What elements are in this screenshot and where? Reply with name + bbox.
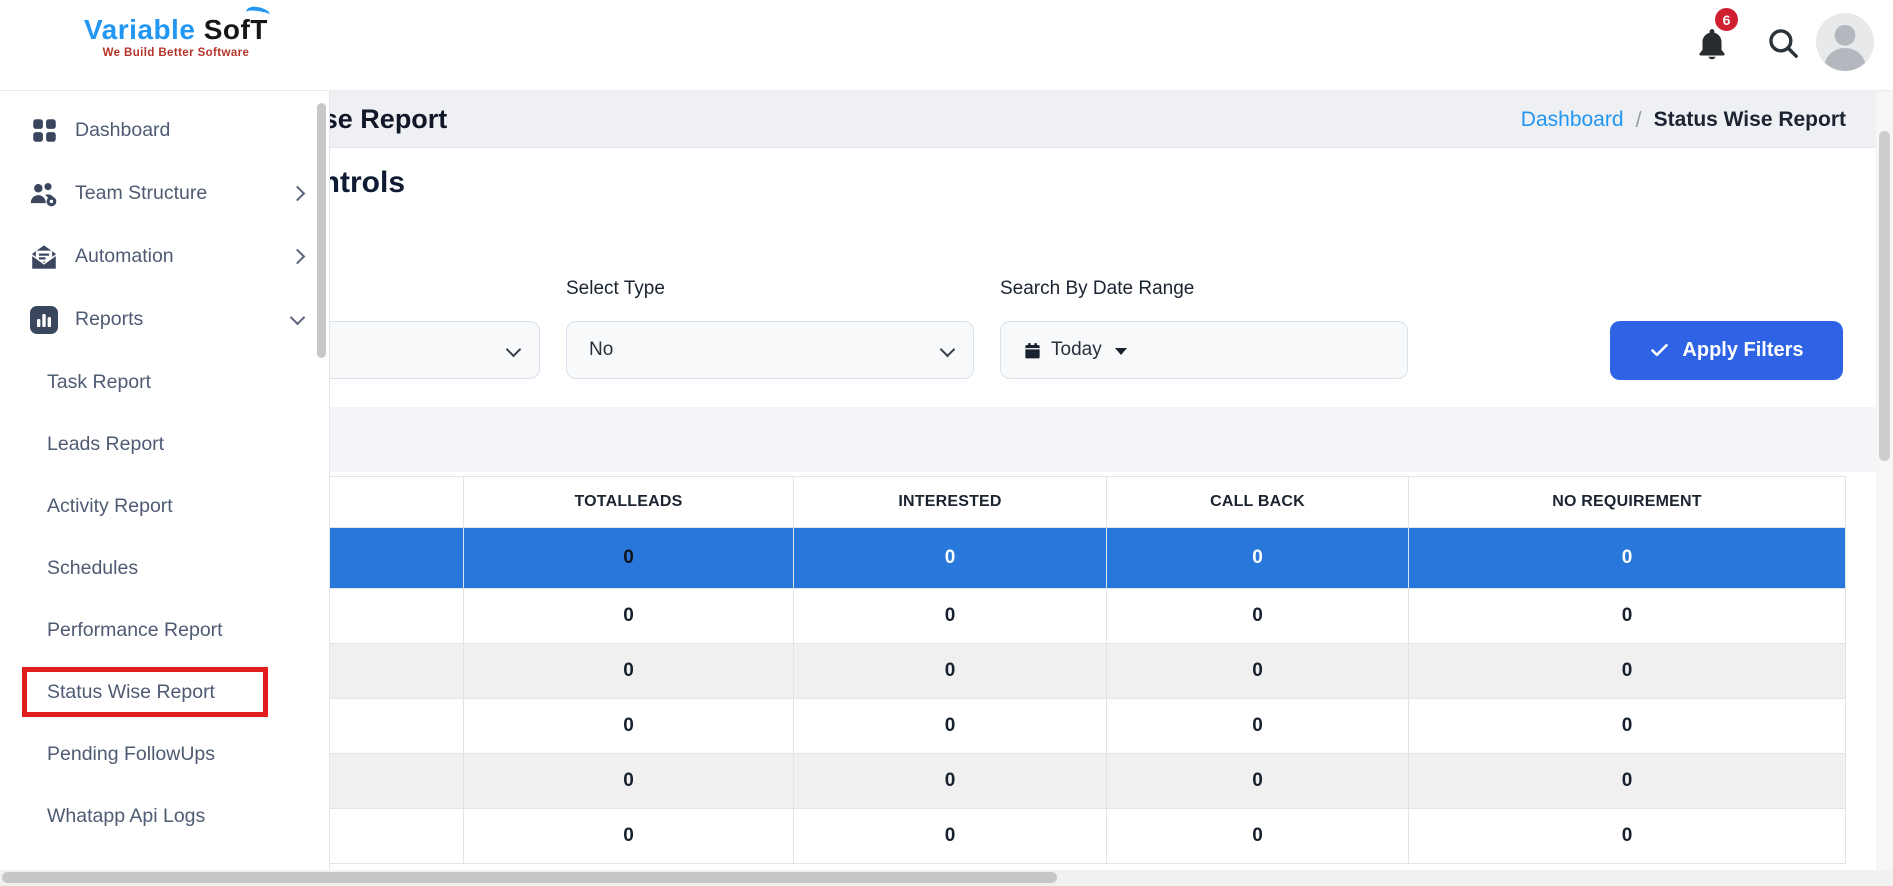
breadcrumb-dashboard-link[interactable]: Dashboard <box>1521 108 1624 132</box>
table-cell: 0 <box>1106 753 1409 809</box>
sidebar-item-status-wise-report[interactable]: Status Wise Report <box>22 667 268 717</box>
breadcrumb-separator: / <box>1635 106 1642 132</box>
grid-icon <box>27 116 61 146</box>
check-icon <box>1651 343 1669 357</box>
sidebar-item-leads-report[interactable]: Leads Report <box>0 413 329 475</box>
table-cell: 0 <box>1408 698 1846 754</box>
sidebar-item-automation[interactable]: Automation <box>0 225 329 288</box>
logo-text-primary: Variable <box>84 14 196 45</box>
table-header: TOTALLEADS INTERESTED CALL BACK NO REQUIREM… <box>160 476 1846 528</box>
sidebar-item-label: Team Structure <box>75 182 208 204</box>
sidebar-item-dashboard[interactable]: Dashboard <box>0 99 329 162</box>
vertical-scrollbar-thumb[interactable] <box>1879 131 1890 461</box>
table-cell: 0 <box>1106 643 1409 699</box>
column-header-interested: INTERESTED <box>793 476 1107 528</box>
bar-chart-icon <box>27 305 61 335</box>
table-cell: 0 <box>1408 643 1846 699</box>
apply-filters-button[interactable]: Apply Filters <box>1610 321 1843 380</box>
table-cell: 0 <box>463 527 794 589</box>
date-range-label: Search By Date Range <box>1000 278 1195 299</box>
top-header: Variable SofT We Build Better Software 6 <box>0 0 1893 91</box>
table-cell: 0 <box>463 588 794 644</box>
select-type-value: No <box>589 339 614 360</box>
table-cell: 0 <box>1408 753 1846 809</box>
caret-down-icon <box>1114 348 1127 355</box>
table-cell: 0 <box>1106 588 1409 644</box>
envelope-icon <box>27 242 61 272</box>
sidebar-item-team-structure[interactable]: Team Structure <box>0 162 329 225</box>
table-cell: 0 <box>1408 808 1846 864</box>
search-button[interactable] <box>1766 26 1800 60</box>
sidebar-item-label: Automation <box>75 245 174 267</box>
table-cell: 0 <box>793 808 1107 864</box>
select-type-label: Select Type <box>566 278 665 299</box>
search-icon <box>1769 29 1798 58</box>
table-cell: 0 <box>793 643 1107 699</box>
date-range-value: Today <box>1051 339 1102 360</box>
sidebar-item-activity-report[interactable]: Activity Report <box>0 475 329 537</box>
chevron-down-icon <box>939 341 956 358</box>
vertical-scrollbar[interactable] <box>1876 91 1893 870</box>
logo-tagline: We Build Better Software <box>102 47 250 59</box>
table-cell: 0 <box>793 753 1107 809</box>
status-report-table-wrap: TOTALLEADS INTERESTED CALL BACK NO REQUIREM… <box>160 476 1846 864</box>
column-header-no-requirement: NO REQUIREMENT <box>1408 476 1846 528</box>
select-type-dropdown[interactable]: No <box>566 321 974 379</box>
breadcrumb-current: Status Wise Report <box>1653 107 1846 131</box>
table-cell: 0 <box>793 698 1107 754</box>
chevron-right-icon <box>289 248 306 265</box>
table-row[interactable]: 0000 <box>160 753 1846 809</box>
sidebar-item-task-report[interactable]: Task Report <box>0 351 329 413</box>
table-cell: 0 <box>1106 527 1409 589</box>
status-report-table: TOTALLEADS INTERESTED CALL BACK NO REQUIREM… <box>160 476 1846 864</box>
column-header-call-back: CALL BACK <box>1106 476 1409 528</box>
table-cell: 0 <box>793 527 1107 589</box>
sidebar-scrollbar-thumb[interactable] <box>317 103 326 358</box>
sidebar-reports-submenu: Task Report Leads Report Activity Report Sc… <box>0 351 329 886</box>
table-cell: 0 <box>463 698 794 754</box>
team-icon <box>27 179 61 209</box>
sidebar-item-performance-report[interactable]: Performance Report <box>0 599 329 661</box>
avatar-person-icon <box>1824 24 1866 71</box>
table-cell: 0 <box>1106 698 1409 754</box>
table-row[interactable]: 0000 <box>160 527 1846 589</box>
sidebar-item-pending-followups[interactable]: Pending FollowUps <box>0 723 329 785</box>
breadcrumb: Dashboard / Status Wise Report <box>1521 91 1846 148</box>
chevron-right-icon <box>289 185 306 202</box>
table-cell: 0 <box>463 753 794 809</box>
table-row[interactable]: 0000 <box>160 698 1846 754</box>
sidebar-item-label: Reports <box>75 308 144 330</box>
table-cell: 0 <box>793 588 1107 644</box>
horizontal-scrollbar[interactable] <box>0 870 1893 886</box>
app-window: Status Wise Report Dashboard / Status Wi… <box>0 0 1893 886</box>
chevron-down-icon <box>505 341 522 358</box>
horizontal-scrollbar-thumb[interactable] <box>2 872 1057 883</box>
table-cell: 0 <box>1408 588 1846 644</box>
sidebar: Dashboard Team Structure Automation Repo… <box>0 91 330 886</box>
sidebar-menu: Dashboard Team Structure Automation Repo… <box>0 91 329 351</box>
sidebar-item-reports[interactable]: Reports <box>0 288 329 351</box>
chevron-down-icon <box>289 309 306 326</box>
date-range-picker[interactable]: Today <box>1000 321 1408 379</box>
table-cell: 0 <box>463 643 794 699</box>
table-cell: 0 <box>1106 808 1409 864</box>
apply-filters-label: Apply Filters <box>1682 339 1804 361</box>
logo: Variable SofT We Build Better Software <box>84 5 271 59</box>
table-row[interactable]: 0000 <box>160 588 1846 644</box>
table-cell: 0 <box>1408 527 1846 589</box>
table-row[interactable]: 0000 <box>160 808 1846 864</box>
column-header-totalleads: TOTALLEADS <box>463 476 794 528</box>
notification-count-badge: 6 <box>1713 6 1740 33</box>
calendar-icon <box>1025 342 1040 358</box>
table-cell: 0 <box>463 808 794 864</box>
logo-text-secondary: SofT <box>204 5 271 45</box>
user-avatar[interactable] <box>1816 13 1874 71</box>
sidebar-item-label: Dashboard <box>75 119 171 141</box>
sidebar-item-schedules[interactable]: Schedules <box>0 537 329 599</box>
table-row[interactable]: 0000 <box>160 643 1846 699</box>
sidebar-item-whatapp-api-logs[interactable]: Whatapp Api Logs <box>0 785 329 847</box>
